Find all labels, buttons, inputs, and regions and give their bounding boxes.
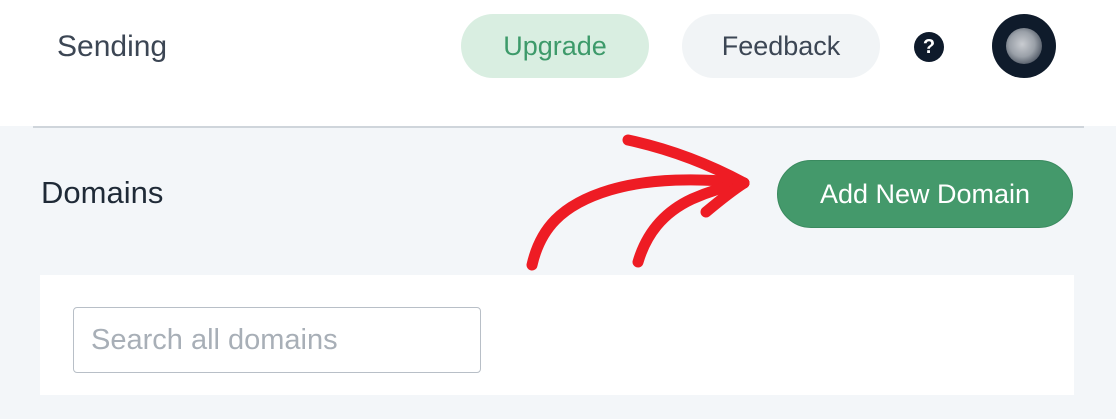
arrow-shaft-left <box>526 174 750 271</box>
page-title: Sending <box>57 30 168 63</box>
avatar-image <box>1006 28 1042 64</box>
search-domains-input[interactable] <box>73 307 481 373</box>
header-divider <box>33 126 1084 128</box>
section-title-domains: Domains <box>41 175 164 210</box>
upgrade-button[interactable]: Upgrade <box>461 14 649 78</box>
avatar[interactable] <box>992 14 1056 78</box>
arrow-shaft-right <box>632 177 750 268</box>
feedback-button[interactable]: Feedback <box>682 14 880 78</box>
arrow-head-top <box>622 134 750 189</box>
add-new-domain-button[interactable]: Add New Domain <box>777 160 1073 228</box>
help-icon[interactable]: ? <box>914 32 944 62</box>
top-header: Sending Upgrade Feedback ? <box>0 0 1116 126</box>
arrow-head-bottom <box>700 177 750 218</box>
